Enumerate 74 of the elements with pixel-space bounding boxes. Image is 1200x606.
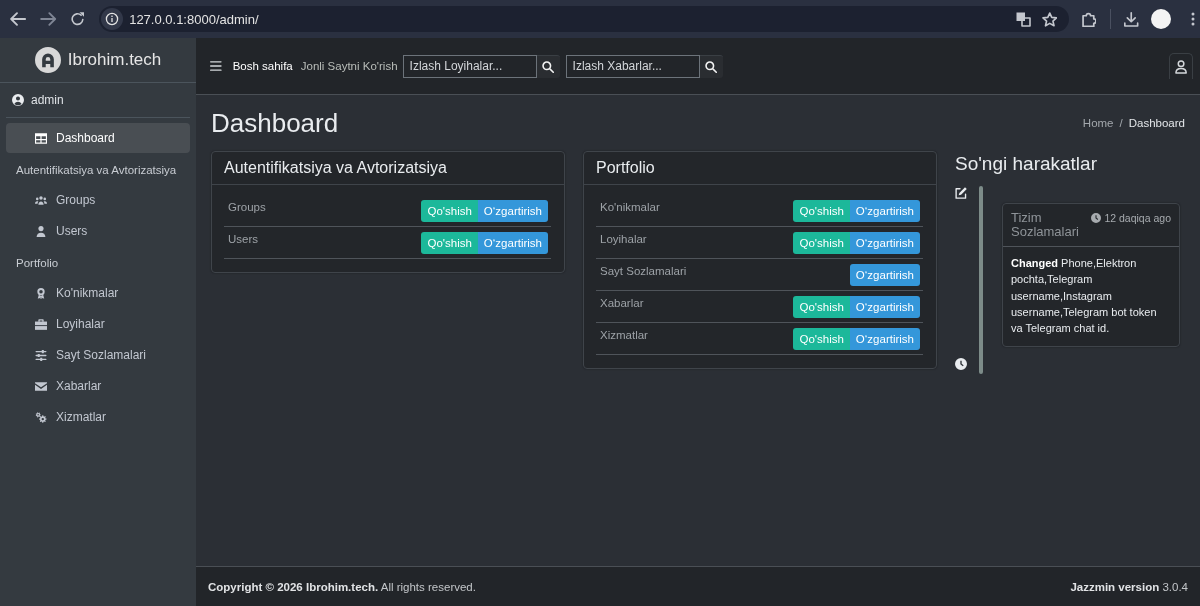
change-button[interactable]: O‘zgartirish	[849, 200, 920, 222]
sidebar-item[interactable]: Dashboard	[6, 123, 190, 153]
change-button[interactable]: O‘zgartirish	[477, 200, 548, 222]
search-icon	[542, 60, 555, 73]
sidebar-item[interactable]: Groups	[6, 185, 190, 215]
more-menu-icon[interactable]	[1190, 12, 1195, 26]
sidebar-item[interactable]: Loyihalar	[6, 309, 190, 339]
change-button[interactable]: O‘zgartirish	[849, 232, 920, 254]
model-link[interactable]: Groups	[228, 200, 266, 214]
nav-link[interactable]: Bosh sahifa	[232, 60, 293, 72]
model-link[interactable]: Sayt Sozlamalari	[600, 264, 687, 278]
sidebar-item[interactable]: Sayt Sozlamalari	[6, 340, 190, 370]
change-button[interactable]: O‘zgartirish	[477, 232, 548, 254]
copyright-text: Copyright © 2026 Ibrohim.tech. All rights reserved.	[208, 580, 476, 593]
clock-icon	[1091, 213, 1102, 223]
user-icon	[35, 225, 47, 237]
sidebar-item[interactable]: Ko'nikmalar	[6, 278, 190, 308]
extensions-icon[interactable]	[1082, 11, 1097, 27]
user-avatar-icon	[12, 94, 24, 106]
table-icon	[35, 132, 47, 144]
logo-icon[interactable]	[34, 47, 61, 73]
breadcrumb-separator: /	[1119, 117, 1123, 129]
profile-avatar-icon[interactable]	[1150, 9, 1171, 29]
forward-icon[interactable]	[40, 12, 57, 26]
gears-icon	[35, 411, 47, 423]
search-button[interactable]	[699, 54, 723, 78]
search-field[interactable]: Izlash Xabarlar...	[565, 54, 700, 78]
change-button[interactable]: O‘zgartirish	[849, 296, 920, 318]
model-link[interactable]: Users	[228, 232, 259, 246]
search-field[interactable]: Izlash Loyihalar...	[402, 54, 537, 78]
user-menu-button[interactable]	[1169, 53, 1193, 79]
activity-time: 12 daqiqa ago	[1104, 212, 1171, 224]
sidebar-item[interactable]: Xabarlar	[6, 371, 190, 401]
clock-icon	[955, 358, 967, 371]
brand-name[interactable]: Ibrohim.tech	[67, 50, 162, 70]
edit-icon	[955, 187, 967, 199]
url-text[interactable]: 127.0.0.1:8000/admin/	[129, 11, 259, 27]
download-icon[interactable]	[1124, 11, 1139, 27]
model-link[interactable]: Loyihalar	[600, 232, 647, 246]
nav-link[interactable]: Jonli Saytni Ko'rish	[300, 60, 398, 72]
envelope-icon	[35, 380, 47, 392]
change-button[interactable]: O‘zgartirish	[849, 328, 920, 350]
search-icon	[705, 60, 718, 73]
version-text: Jazzmin version 3.0.4	[1070, 580, 1188, 593]
bookmark-star-icon[interactable]	[1041, 11, 1058, 27]
model-link[interactable]: Xizmatlar	[600, 328, 648, 342]
briefcase-icon	[35, 318, 47, 330]
breadcrumb-current: Dashboard	[1128, 117, 1185, 129]
user-icon	[1174, 59, 1188, 74]
model-link[interactable]: Xabarlar	[600, 296, 644, 310]
address-bar[interactable]: 127.0.0.1:8000/admin/	[99, 6, 1070, 32]
reload-icon[interactable]	[70, 12, 85, 26]
card-title: Portfolio	[596, 159, 655, 177]
sliders-icon	[35, 349, 47, 361]
sidebar-section-header: Portfolio	[15, 255, 60, 271]
sidebar-item[interactable]: Xizmatlar	[6, 402, 190, 432]
sidebar-item[interactable]: Users	[6, 216, 190, 246]
user-name[interactable]: admin	[31, 93, 64, 107]
medal-icon	[35, 287, 47, 299]
model-link[interactable]: Ko'nikmalar	[600, 200, 660, 214]
translate-icon[interactable]	[1015, 11, 1031, 27]
breadcrumb-link[interactable]: Home	[1082, 117, 1114, 129]
activity-message: Changed Phone,Elektron pochta,Telegram username,Instagram username,Telegram bot token va Telegram chat id.	[1010, 256, 1158, 337]
section-title: So'ngi harakatlar	[955, 152, 1098, 176]
search-button[interactable]	[536, 54, 560, 78]
change-button[interactable]: O‘zgartirish	[849, 264, 920, 286]
back-icon[interactable]	[10, 12, 27, 26]
users-icon	[35, 194, 47, 206]
page-title: Dashboard	[211, 107, 339, 139]
activity-object: Tizim Sozlamalari	[1011, 211, 1080, 239]
sidebar-section-header: Autentifikatsiya va Avtorizatsiya	[15, 162, 178, 178]
card-title: Autentifikatsiya va Avtorizatsiya	[224, 159, 447, 177]
menu-icon[interactable]	[210, 61, 222, 71]
site-info-icon[interactable]	[101, 8, 124, 30]
